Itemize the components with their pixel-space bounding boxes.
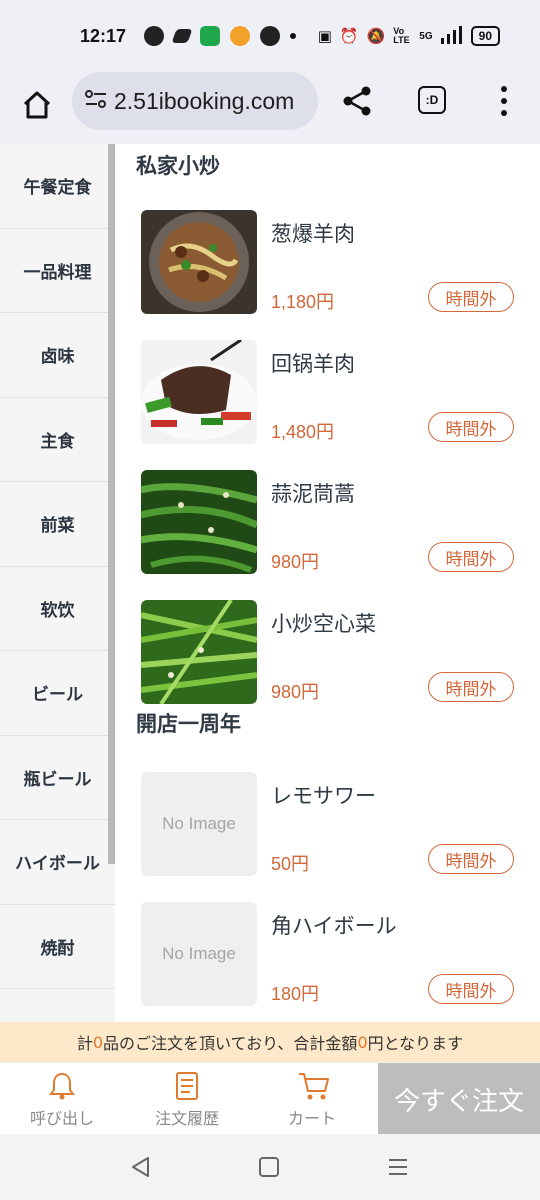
bell-icon [47,1071,77,1101]
summary-suffix: 円となります [367,1034,464,1053]
summary-prefix: 計 [76,1034,93,1053]
summary-total: 0 [357,1032,368,1052]
dish-image[interactable] [141,600,257,704]
status-bar: 12:17 ▣ ⏰ 🔕 Vo LTE 5G 90 [0,0,540,72]
dish-name: レモサワー [271,784,376,808]
more-menu-icon[interactable] [498,86,510,116]
unavailable-badge: 時間外 [428,672,514,702]
b-app-icon [260,26,281,46]
list-item[interactable]: 小炒空心菜 980円 時間外 [141,600,531,706]
dish-name: 角ハイボール [271,914,397,938]
slash-app-icon [171,29,193,43]
chat-icon [144,26,165,46]
more-notifications-dot-icon [290,33,297,39]
dish-price: 980円 [271,682,320,702]
cart-label: カート [287,1109,336,1128]
call-staff-button[interactable]: 呼び出し [2,1071,122,1129]
system-nav-bar [0,1134,540,1200]
unavailable-badge: 時間外 [428,542,514,572]
signal-text: 5G [419,30,433,42]
orange-app-icon [230,26,251,46]
call-staff-label: 呼び出し [29,1109,94,1128]
dish-price: 1,180円 [271,292,335,312]
dish-name: 小炒空心菜 [271,612,376,636]
share-icon[interactable] [340,84,374,118]
section-title: 開店一周年 [136,712,241,736]
dish-name: 蒜泥茼蒿 [271,482,355,506]
order-summary-bar: 計 0 品のご注文を頂いており、合計金額 0 円となります [0,1022,540,1062]
list-item[interactable]: 葱爆羊肉 1,180円 時間外 [141,210,531,316]
mute-icon: 🔕 [366,27,386,45]
order-now-button[interactable]: 今すぐ注文 [378,1063,540,1135]
cart-button[interactable]: カート [252,1071,372,1129]
unavailable-badge: 時間外 [428,282,514,312]
back-icon[interactable] [128,1154,154,1180]
bottom-nav: 呼び出し 注文履歴 カート 今すぐ注文 [0,1062,540,1135]
sidebar-item-braised[interactable]: 卤味 [0,313,115,398]
url-bar[interactable]: 2.51ibooking.com [72,72,318,130]
sidebar-item-lunch-set[interactable]: 午餐定食 [0,144,115,229]
dish-name: 葱爆羊肉 [271,222,355,246]
recents-icon[interactable] [385,1154,411,1180]
alarm-icon: ⏰ [339,27,359,45]
dish-price: 1,480円 [271,422,335,442]
dish-price: 980円 [271,552,320,572]
category-sidebar: 午餐定食 一品料理 卤味 主食 前菜 软饮 ビール 瓶ビール ハイボール 焼酎 [0,144,115,1022]
sidebar-item-a-la-carte[interactable]: 一品料理 [0,229,115,313]
unavailable-badge: 時間外 [428,974,514,1004]
cart-icon [297,1071,329,1101]
sidebar-item-highball[interactable]: ハイボール [0,820,115,905]
status-time: 12:17 [80,25,127,46]
sidebar-item-appetizer[interactable]: 前菜 [0,482,115,567]
no-image-placeholder[interactable]: No Image [141,772,257,876]
summary-middle: 品のご注文を頂いており、合計金額 [103,1034,358,1053]
dish-image[interactable] [141,470,257,574]
dish-image[interactable] [141,340,257,444]
sidebar-item-beer[interactable]: ビール [0,651,115,736]
section-title: 私家小炒 [136,154,220,178]
list-item[interactable]: 蒜泥茼蒿 980円 時間外 [141,470,531,576]
receipt-icon [172,1071,202,1101]
volte-text: Vo LTE [393,26,410,45]
home-icon[interactable] [20,88,54,122]
sidebar-item-soft-drinks[interactable]: 软饮 [0,567,115,651]
dish-name: 回锅羊肉 [271,352,355,376]
dish-image[interactable] [141,210,257,314]
sidebar-item-shochu[interactable]: 焼酎 [0,905,115,989]
dish-price: 180円 [271,984,320,1004]
sidebar-item-bottled-beer[interactable]: 瓶ビール [0,736,115,820]
sidebar-item-staple[interactable]: 主食 [0,398,115,482]
menu-list: 私家小炒 葱爆羊肉 1,180円 時間外 回锅羊肉 1,480円 時間外 蒜泥茼… [115,144,540,1022]
order-history-label: 注文履歴 [154,1109,219,1128]
unavailable-badge: 時間外 [428,844,514,874]
nfc-icon: ▣ [317,27,332,45]
list-item[interactable]: No Image レモサワー 50円 時間外 [141,772,531,878]
order-history-button[interactable]: 注文履歴 [127,1071,247,1129]
unavailable-badge: 時間外 [428,412,514,442]
signal-icon [440,25,463,47]
browser-toolbar: 2.51ibooking.com :D [0,72,540,144]
list-item[interactable]: 回锅羊肉 1,480円 時間外 [141,340,531,446]
shield-app-icon [200,26,221,46]
list-item[interactable]: No Image 角ハイボール 180円 時間外 [141,902,531,1008]
tab-switcher-button[interactable]: :D [418,86,446,114]
battery-icon: 90 [470,26,500,46]
summary-count: 0 [92,1032,104,1052]
home-nav-icon[interactable] [256,1154,282,1180]
site-settings-icon[interactable] [84,88,108,114]
sidebar-scrollbar[interactable] [108,144,115,864]
no-image-placeholder[interactable]: No Image [141,902,257,1006]
dish-price: 50円 [271,854,310,874]
url-text[interactable]: 2.51ibooking.com [114,88,294,115]
